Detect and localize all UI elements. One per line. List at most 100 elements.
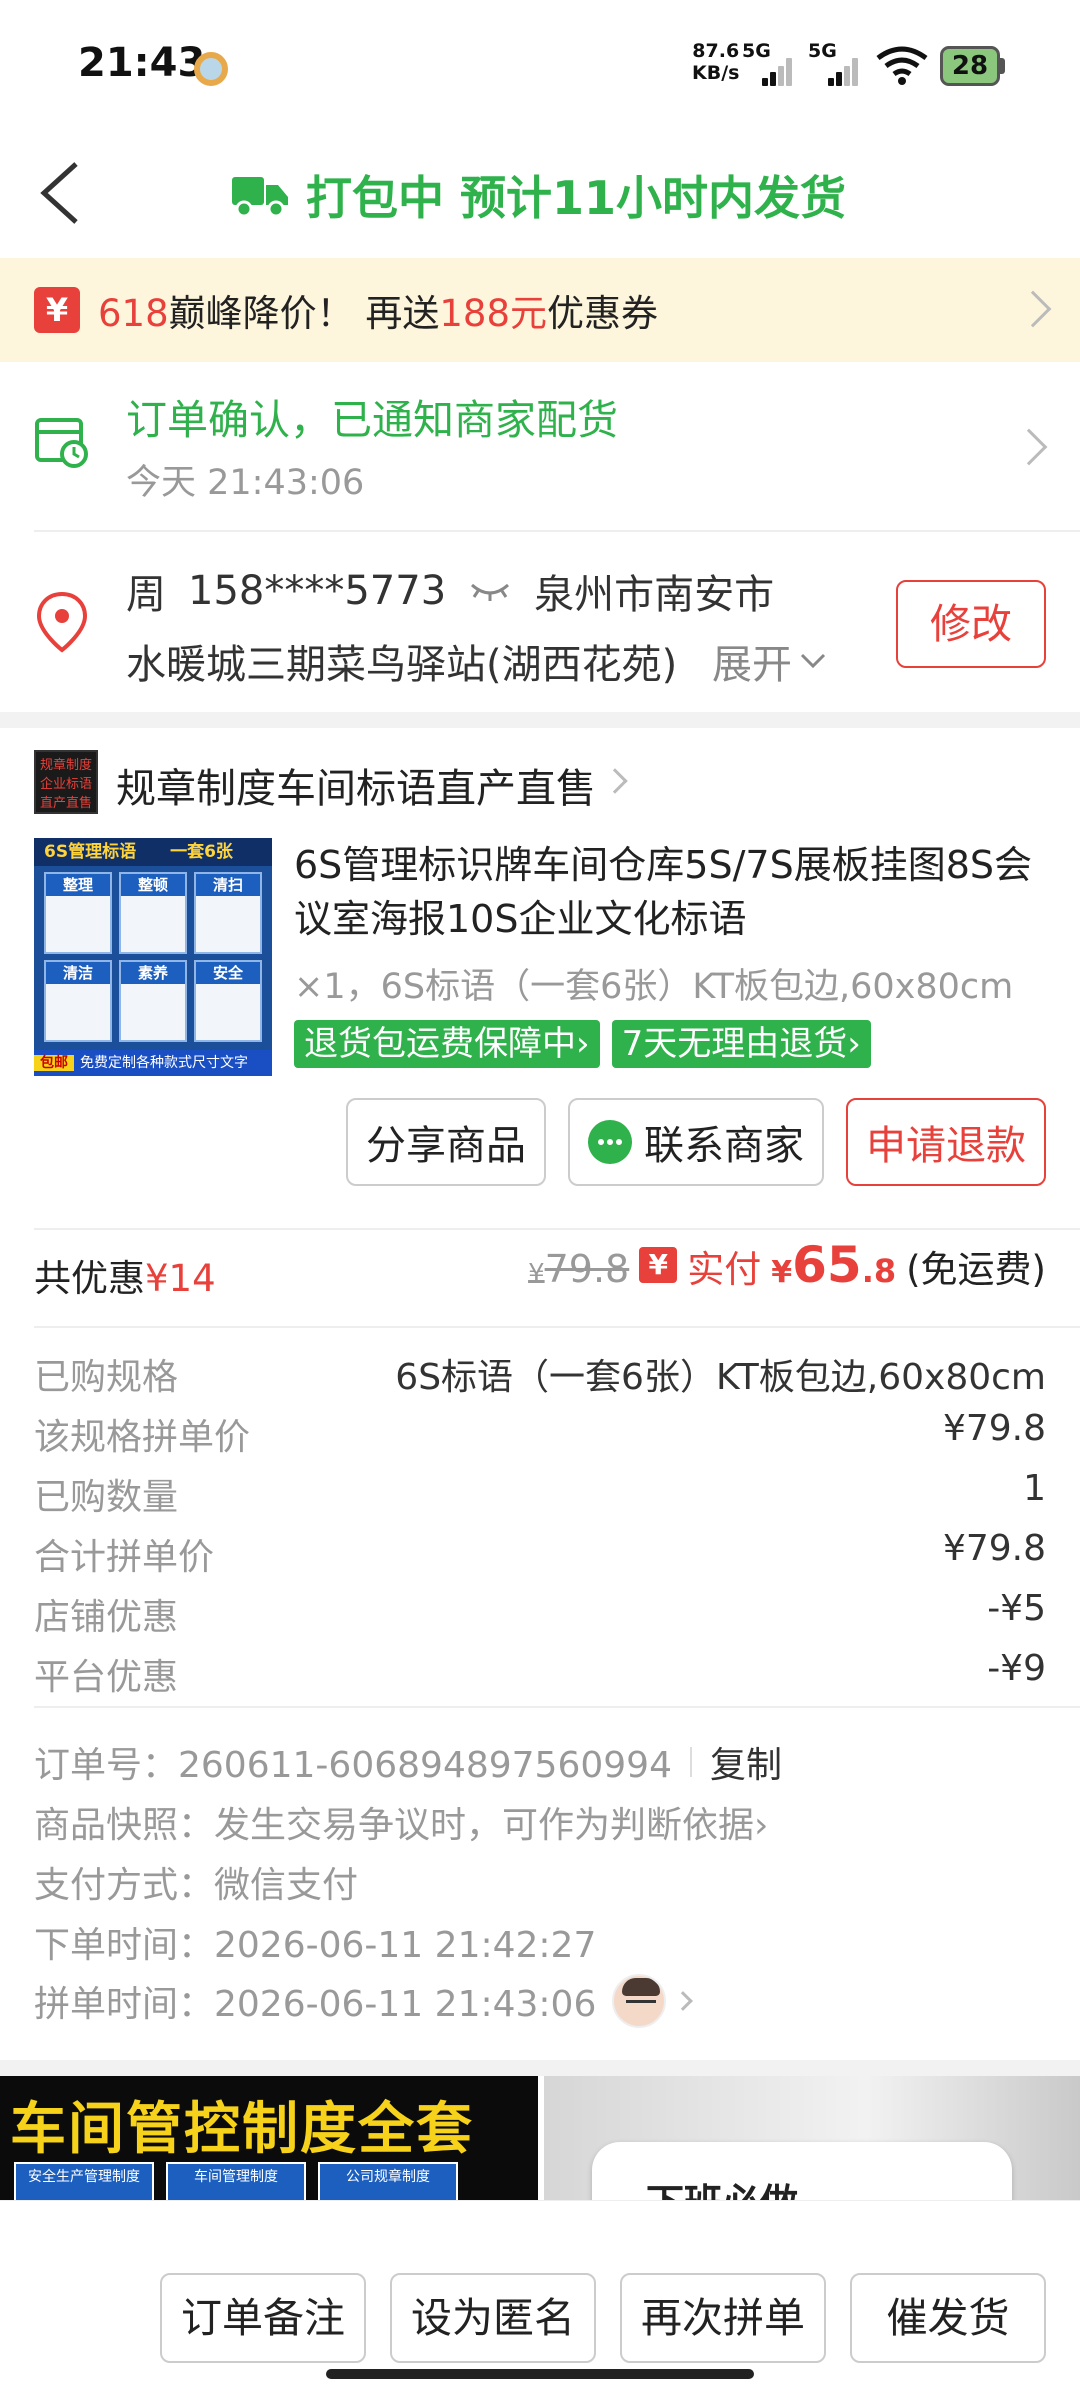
order-note-button[interactable]: 订单备注 (160, 2273, 366, 2363)
section-gap (0, 712, 1080, 728)
shop-row[interactable]: 规章制度 企业标语 直产直售 规章制度车间标语直产直售 (0, 728, 1080, 838)
product-image-cell-label: 安全 (196, 962, 260, 984)
free-shipping-note: (免运费) (906, 1248, 1046, 1291)
eye-closed-icon[interactable] (468, 579, 512, 603)
order-info: 订单号：260611-606894897560994 复制 商品快照：发生交易争… (0, 1708, 1080, 2060)
copy-order-number-button[interactable]: 复制 (710, 1736, 782, 1788)
notification-app-icon (194, 52, 228, 86)
product-image-header: 6S管理标语 一套6张 (34, 838, 272, 866)
chat-bubble-icon (588, 1120, 632, 1164)
purchase-details: 已购规格 6S标语（一套6张）KT板包边,60x80cm 该规格拼单价 ¥79.8 … (0, 1328, 1080, 1708)
discount-value: ¥14 (145, 1257, 216, 1300)
detail-value: 1 (1023, 1468, 1046, 1509)
product-image-cell: 安全 (194, 960, 262, 1042)
recommended-product-1[interactable]: 车间管控制度全套 安全生产管理制度 车间管理制度 公司规章制度 (0, 2076, 538, 2200)
recommended-product-1-title: 车间管控制度全套 (10, 2097, 474, 2162)
detail-row: 店铺优惠 -¥5 (34, 1588, 1046, 1640)
header-title: 打包中 预计11小时内发货 (232, 160, 846, 230)
original-price: ¥79.8 (528, 1247, 629, 1291)
urge-shipping-button[interactable]: 催发货 (850, 2273, 1046, 2363)
detail-key: 已购数量 (34, 1477, 179, 1518)
paid-icon: ¥ (639, 1247, 678, 1283)
promo-banner[interactable]: ¥ 618巅峰降价！ 再送188元优惠券 (0, 258, 1080, 362)
network-speed: 87.6 KB/s (692, 40, 739, 84)
product-image-cell-label: 清洁 (46, 962, 110, 984)
order-time-row: 下单时间：2026-06-11 21:42:27 (34, 1916, 596, 1968)
order-status-row[interactable]: 订单确认，已通知商家配货 今天 21:43:06 (0, 362, 1080, 532)
chevron-down-icon (800, 653, 826, 669)
promo-text: 618巅峰降价！ 再送188元优惠券 (98, 283, 658, 337)
contact-seller-button[interactable]: 联系商家 (568, 1098, 824, 1186)
product-image-cell-label: 素养 (121, 962, 185, 984)
request-refund-button[interactable]: 申请退款 (846, 1098, 1046, 1186)
status-bar: 21:43 87.6 KB/s 5G 5G 28 (0, 0, 1080, 130)
back-icon[interactable] (36, 158, 96, 228)
recipient-name: 周 (126, 572, 166, 618)
product-image-cell-label: 整顿 (121, 874, 185, 896)
product-image[interactable]: 6S管理标语 一套6张 整理 整顿 清扫 清洁 素养 安全 包邮 免费定制各种款式… (34, 838, 272, 1076)
product-snapshot-link[interactable]: 商品快照：发生交易争议时，可作为判断依据› (34, 1796, 768, 1848)
product-actions: 分享商品 联系商家 申请退款 (346, 1098, 1046, 1186)
detail-key: 该规格拼单价 (34, 1417, 251, 1458)
recommended-product-2[interactable]: 下班必做 (544, 2076, 1080, 2200)
recommendation-strip: 车间管控制度全套 安全生产管理制度 车间管理制度 公司规章制度 下班必做 (0, 2076, 1080, 2200)
paid-label: 实付 (687, 1248, 762, 1291)
divider (34, 1228, 1080, 1230)
recipient-region: 泉州市南安市 (534, 572, 775, 618)
chevron-right-icon (673, 1991, 694, 2011)
address-detail-line: 水暖城三期菜鸟驿站(湖西花苑) 展开 (126, 632, 828, 690)
paid-decimal: .8 (861, 1252, 897, 1290)
payment-method: 支付方式：微信支付 (34, 1865, 359, 1906)
promo-amount: 188元 (439, 292, 548, 335)
product-image-cell: 清洁 (44, 960, 112, 1042)
promo-middle: 巅峰降价！ 再送 (168, 292, 440, 335)
edit-address-button[interactable]: 修改 (896, 580, 1046, 668)
paid-currency: ¥ (771, 1255, 793, 1290)
home-indicator[interactable] (326, 2369, 754, 2379)
order-status-title: 订单确认，已通知商家配货 (126, 396, 618, 444)
seven-day-return-tag[interactable]: 7天无理由退货› (611, 1020, 871, 1068)
return-shipping-tag[interactable]: 退货包运费保障中› (294, 1020, 600, 1068)
order-number-row: 订单号：260611-606894897560994 复制 (34, 1736, 782, 1788)
order-number: 订单号：260611-606894897560994 (34, 1745, 672, 1786)
product-image-cell: 清扫 (194, 872, 262, 954)
address-row[interactable]: 周 158****5773 泉州市南安市 水暖城三期菜鸟驿站(湖西花苑) 展开 … (0, 532, 1080, 712)
product-image-footer-text: 免费定制各种款式尺寸文字 (80, 1055, 248, 1071)
avatar[interactable] (612, 1974, 667, 2028)
detail-row: 已购数量 1 (34, 1468, 1046, 1520)
detail-key: 合计拼单价 (34, 1537, 215, 1578)
address-expand-toggle[interactable]: 展开 (712, 632, 792, 690)
header: 打包中 预计11小时内发货 (0, 130, 1080, 258)
detail-row: 平台优惠 -¥9 (34, 1648, 1046, 1700)
service-tags: 退货包运费保障中› 7天无理由退货› (294, 1020, 871, 1068)
order-time: 下单时间：2026-06-11 21:42:27 (34, 1925, 597, 1966)
recommended-product-2-text: 下班必做 (646, 2172, 798, 2200)
detail-key: 平台优惠 (34, 1657, 179, 1698)
product-image-cell: 整理 (44, 872, 112, 954)
recommended-product-2-sign: 下班必做 (592, 2142, 1012, 2200)
recommended-product-1-cards: 安全生产管理制度 车间管理制度 公司规章制度 (14, 2162, 458, 2200)
paid-integer: 65 (792, 1236, 862, 1294)
signal-strength-icon (762, 56, 798, 86)
set-anonymous-button[interactable]: 设为匿名 (390, 2273, 596, 2363)
product-title[interactable]: 6S管理标识牌车间仓库5S/7S展板挂图8S会议室海报10S企业文化标语 (294, 838, 1054, 946)
wifi-icon (876, 46, 928, 85)
product-image-cell-label: 清扫 (196, 874, 260, 896)
shop-name: 规章制度车间标语直产直售 (116, 766, 596, 812)
share-product-button[interactable]: 分享商品 (346, 1098, 546, 1186)
detail-key: 已购规格 (34, 1357, 179, 1398)
location-pin-icon (36, 591, 88, 653)
snapshot-row[interactable]: 商品快照：发生交易争议时，可作为判断依据› (34, 1796, 768, 1848)
coupon-icon: ¥ (34, 287, 80, 333)
detail-value: -¥5 (987, 1588, 1046, 1629)
group-time-row[interactable]: 拼单时间：2026-06-11 21:43:06 (34, 1974, 694, 2028)
address-detail: 水暖城三期菜鸟驿站(湖西花苑) (126, 642, 678, 688)
payment-method-row: 支付方式：微信支付 (34, 1856, 358, 1908)
detail-key: 店铺优惠 (34, 1597, 179, 1638)
detail-value: -¥9 (987, 1648, 1046, 1689)
recommended-card: 公司规章制度 (318, 2162, 458, 2200)
detail-value: 6S标语（一套6张）KT板包边,60x80cm (395, 1357, 1046, 1398)
promo-prefix: 618 (98, 292, 169, 335)
reorder-button[interactable]: 再次拼单 (620, 2273, 826, 2363)
bottom-buttons: 订单备注 设为匿名 再次拼单 催发货 (160, 2273, 1046, 2363)
